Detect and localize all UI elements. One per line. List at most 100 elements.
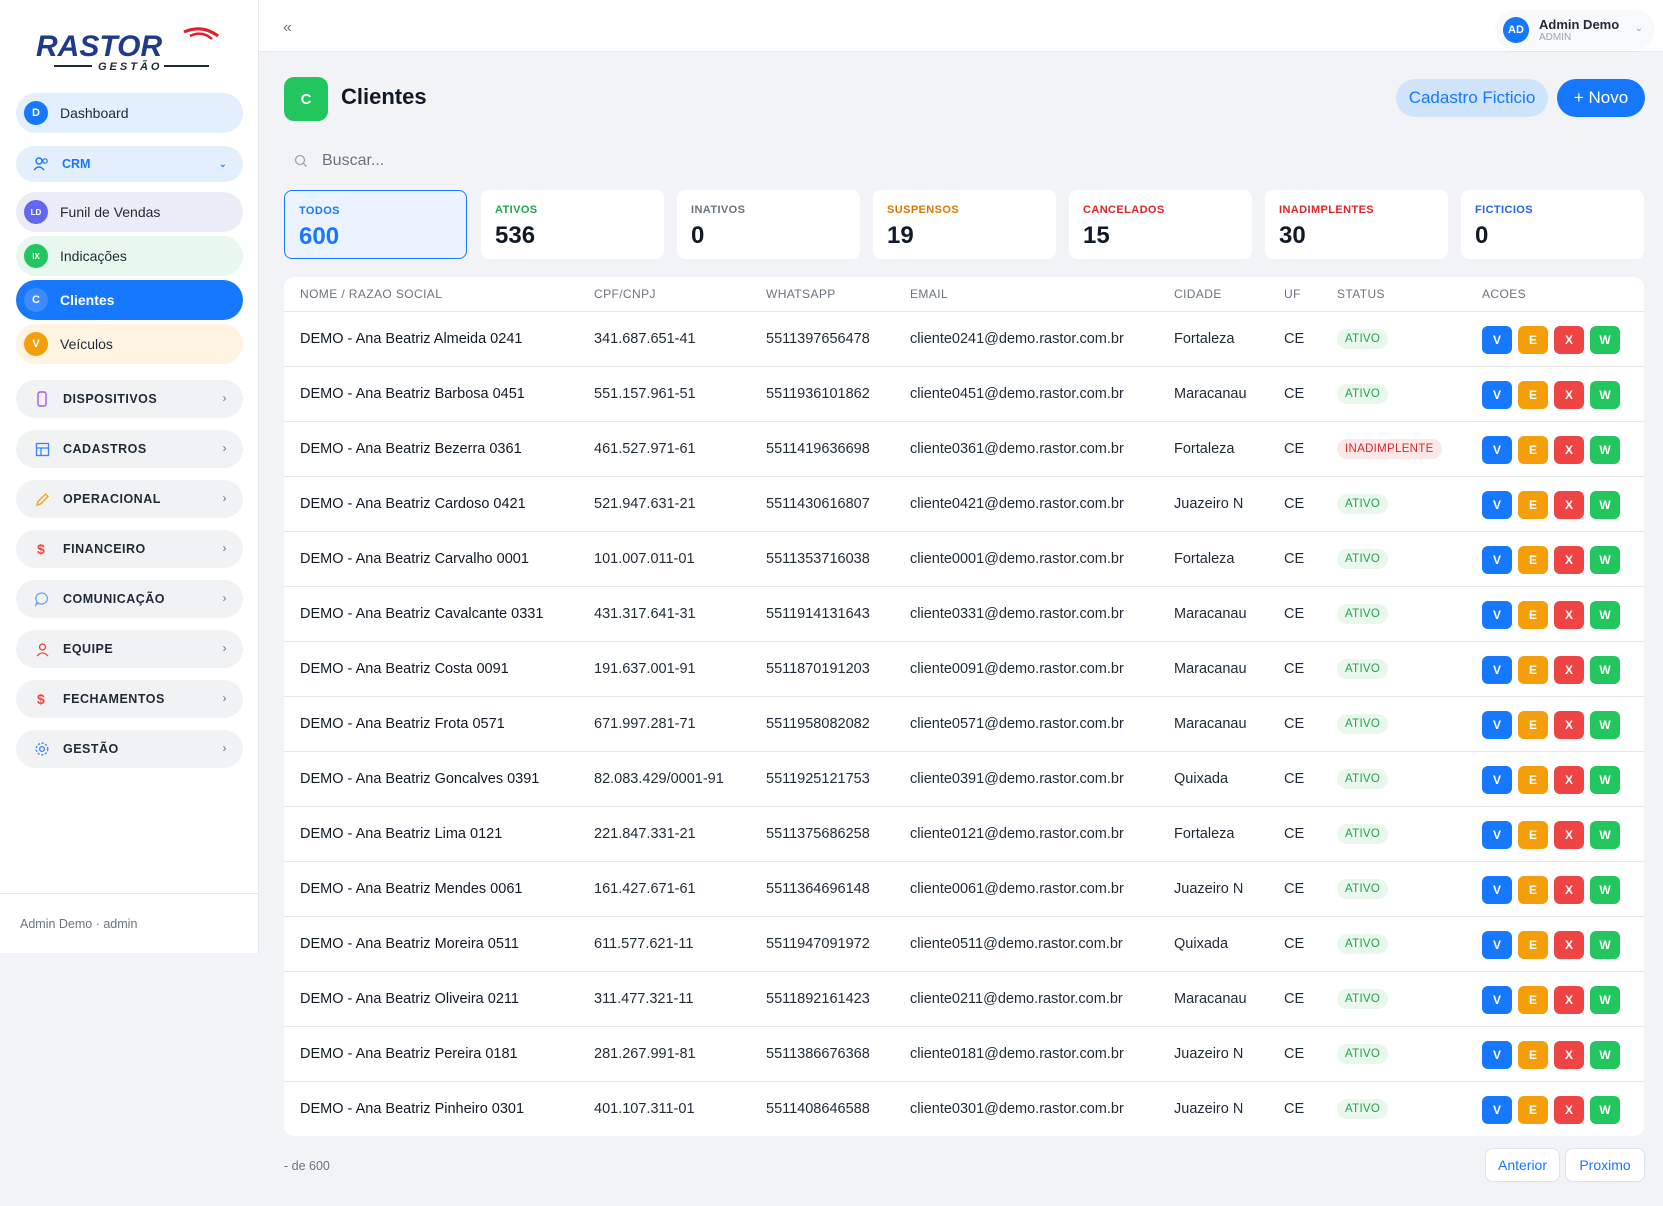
whatsapp-button[interactable]: W bbox=[1590, 711, 1620, 739]
sidebar-group-fechamentos[interactable]: $ FECHAMENTOS › bbox=[16, 680, 243, 718]
whatsapp-button[interactable]: W bbox=[1590, 931, 1620, 959]
sidebar-group-financeiro[interactable]: $ FINANCEIRO › bbox=[16, 530, 243, 568]
table-row[interactable]: DEMO - Ana Beatriz Cavalcante 0331 431.31… bbox=[284, 587, 1644, 642]
stat-card-todos[interactable]: TODOS 600 bbox=[284, 190, 467, 259]
edit-button[interactable]: E bbox=[1518, 656, 1548, 684]
table-row[interactable]: DEMO - Ana Beatriz Oliveira 0211 311.477.… bbox=[284, 972, 1644, 1027]
prev-page-button[interactable]: Anterior bbox=[1485, 1148, 1560, 1182]
delete-button[interactable]: X bbox=[1554, 491, 1584, 519]
edit-button[interactable]: E bbox=[1518, 1096, 1548, 1124]
table-row[interactable]: DEMO - Ana Beatriz Moreira 0511 611.577.6… bbox=[284, 917, 1644, 972]
edit-button[interactable]: E bbox=[1518, 326, 1548, 354]
whatsapp-button[interactable]: W bbox=[1590, 876, 1620, 904]
edit-button[interactable]: E bbox=[1518, 491, 1548, 519]
sidebar-group-gestao[interactable]: GESTÃO › bbox=[16, 730, 243, 768]
whatsapp-button[interactable]: W bbox=[1590, 1041, 1620, 1069]
delete-button[interactable]: X bbox=[1554, 381, 1584, 409]
collapse-sidebar-icon[interactable]: « bbox=[283, 19, 292, 37]
sidebar-group-equipe[interactable]: EQUIPE › bbox=[16, 630, 243, 668]
whatsapp-button[interactable]: W bbox=[1590, 1096, 1620, 1124]
edit-button[interactable]: E bbox=[1518, 931, 1548, 959]
delete-button[interactable]: X bbox=[1554, 821, 1584, 849]
edit-button[interactable]: E bbox=[1518, 381, 1548, 409]
table-row[interactable]: DEMO - Ana Beatriz Lima 0121 221.847.331-… bbox=[284, 807, 1644, 862]
view-button[interactable]: V bbox=[1482, 491, 1512, 519]
rastor-logo[interactable]: RASTOR GESTÃO bbox=[34, 22, 226, 74]
whatsapp-button[interactable]: W bbox=[1590, 546, 1620, 574]
next-page-button[interactable]: Proximo bbox=[1565, 1148, 1645, 1182]
table-row[interactable]: DEMO - Ana Beatriz Almeida 0241 341.687.6… bbox=[284, 312, 1644, 367]
sidebar-group-dispositivos[interactable]: DISPOSITIVOS › bbox=[16, 380, 243, 418]
view-button[interactable]: V bbox=[1482, 1041, 1512, 1069]
sidebar-group-operacional[interactable]: OPERACIONAL › bbox=[16, 480, 243, 518]
whatsapp-button[interactable]: W bbox=[1590, 601, 1620, 629]
sidebar-item-ve-culos[interactable]: V Veículos bbox=[16, 324, 243, 364]
stat-card-suspensos[interactable]: SUSPENSOS 19 bbox=[873, 190, 1056, 259]
whatsapp-button[interactable]: W bbox=[1590, 381, 1620, 409]
search-input[interactable] bbox=[322, 152, 922, 170]
delete-button[interactable]: X bbox=[1554, 326, 1584, 354]
sidebar-item-crm[interactable]: CRM ⌄ bbox=[16, 146, 243, 182]
table-row[interactable]: DEMO - Ana Beatriz Goncalves 0391 82.083.… bbox=[284, 752, 1644, 807]
edit-button[interactable]: E bbox=[1518, 876, 1548, 904]
edit-button[interactable]: E bbox=[1518, 986, 1548, 1014]
view-button[interactable]: V bbox=[1482, 1096, 1512, 1124]
table-row[interactable]: DEMO - Ana Beatriz Cardoso 0421 521.947.6… bbox=[284, 477, 1644, 532]
user-menu[interactable]: AD Admin Demo ADMIN ⌄ bbox=[1495, 10, 1655, 50]
table-row[interactable]: DEMO - Ana Beatriz Costa 0091 191.637.001… bbox=[284, 642, 1644, 697]
view-button[interactable]: V bbox=[1482, 711, 1512, 739]
view-button[interactable]: V bbox=[1482, 601, 1512, 629]
delete-button[interactable]: X bbox=[1554, 1041, 1584, 1069]
delete-button[interactable]: X bbox=[1554, 601, 1584, 629]
sidebar-item-clientes[interactable]: C Clientes bbox=[16, 280, 243, 320]
novo-button[interactable]: + Novo bbox=[1557, 79, 1645, 117]
view-button[interactable]: V bbox=[1482, 931, 1512, 959]
view-button[interactable]: V bbox=[1482, 326, 1512, 354]
sidebar-item-funil-de-vendas[interactable]: LD Funil de Vendas bbox=[16, 192, 243, 232]
edit-button[interactable]: E bbox=[1518, 546, 1548, 574]
delete-button[interactable]: X bbox=[1554, 766, 1584, 794]
delete-button[interactable]: X bbox=[1554, 876, 1584, 904]
stat-card-cancelados[interactable]: CANCELADOS 15 bbox=[1069, 190, 1252, 259]
view-button[interactable]: V bbox=[1482, 381, 1512, 409]
view-button[interactable]: V bbox=[1482, 436, 1512, 464]
edit-button[interactable]: E bbox=[1518, 601, 1548, 629]
whatsapp-button[interactable]: W bbox=[1590, 436, 1620, 464]
edit-button[interactable]: E bbox=[1518, 766, 1548, 794]
stat-card-ficticios[interactable]: FICTICIOS 0 bbox=[1461, 190, 1644, 259]
table-row[interactable]: DEMO - Ana Beatriz Bezerra 0361 461.527.9… bbox=[284, 422, 1644, 477]
whatsapp-button[interactable]: W bbox=[1590, 326, 1620, 354]
delete-button[interactable]: X bbox=[1554, 1096, 1584, 1124]
stat-card-ativos[interactable]: ATIVOS 536 bbox=[481, 190, 664, 259]
stat-card-inadimplentes[interactable]: INADIMPLENTES 30 bbox=[1265, 190, 1448, 259]
whatsapp-button[interactable]: W bbox=[1590, 491, 1620, 519]
view-button[interactable]: V bbox=[1482, 656, 1512, 684]
whatsapp-button[interactable]: W bbox=[1590, 766, 1620, 794]
edit-button[interactable]: E bbox=[1518, 821, 1548, 849]
delete-button[interactable]: X bbox=[1554, 436, 1584, 464]
whatsapp-button[interactable]: W bbox=[1590, 656, 1620, 684]
edit-button[interactable]: E bbox=[1518, 1041, 1548, 1069]
delete-button[interactable]: X bbox=[1554, 546, 1584, 574]
delete-button[interactable]: X bbox=[1554, 986, 1584, 1014]
sidebar-group-comunicacao[interactable]: COMUNICAÇÃO › bbox=[16, 580, 243, 618]
delete-button[interactable]: X bbox=[1554, 711, 1584, 739]
stat-card-inativos[interactable]: INATIVOS 0 bbox=[677, 190, 860, 259]
view-button[interactable]: V bbox=[1482, 766, 1512, 794]
whatsapp-button[interactable]: W bbox=[1590, 986, 1620, 1014]
edit-button[interactable]: E bbox=[1518, 436, 1548, 464]
table-row[interactable]: DEMO - Ana Beatriz Pinheiro 0301 401.107.… bbox=[284, 1082, 1644, 1136]
table-row[interactable]: DEMO - Ana Beatriz Frota 0571 671.997.281… bbox=[284, 697, 1644, 752]
delete-button[interactable]: X bbox=[1554, 931, 1584, 959]
table-row[interactable]: DEMO - Ana Beatriz Carvalho 0001 101.007.… bbox=[284, 532, 1644, 587]
view-button[interactable]: V bbox=[1482, 876, 1512, 904]
table-row[interactable]: DEMO - Ana Beatriz Pereira 0181 281.267.9… bbox=[284, 1027, 1644, 1082]
view-button[interactable]: V bbox=[1482, 821, 1512, 849]
view-button[interactable]: V bbox=[1482, 986, 1512, 1014]
edit-button[interactable]: E bbox=[1518, 711, 1548, 739]
delete-button[interactable]: X bbox=[1554, 656, 1584, 684]
whatsapp-button[interactable]: W bbox=[1590, 821, 1620, 849]
view-button[interactable]: V bbox=[1482, 546, 1512, 574]
sidebar-item-dashboard[interactable]: D Dashboard bbox=[16, 93, 243, 133]
sidebar-item-indica-es[interactable]: IX Indicações bbox=[16, 236, 243, 276]
